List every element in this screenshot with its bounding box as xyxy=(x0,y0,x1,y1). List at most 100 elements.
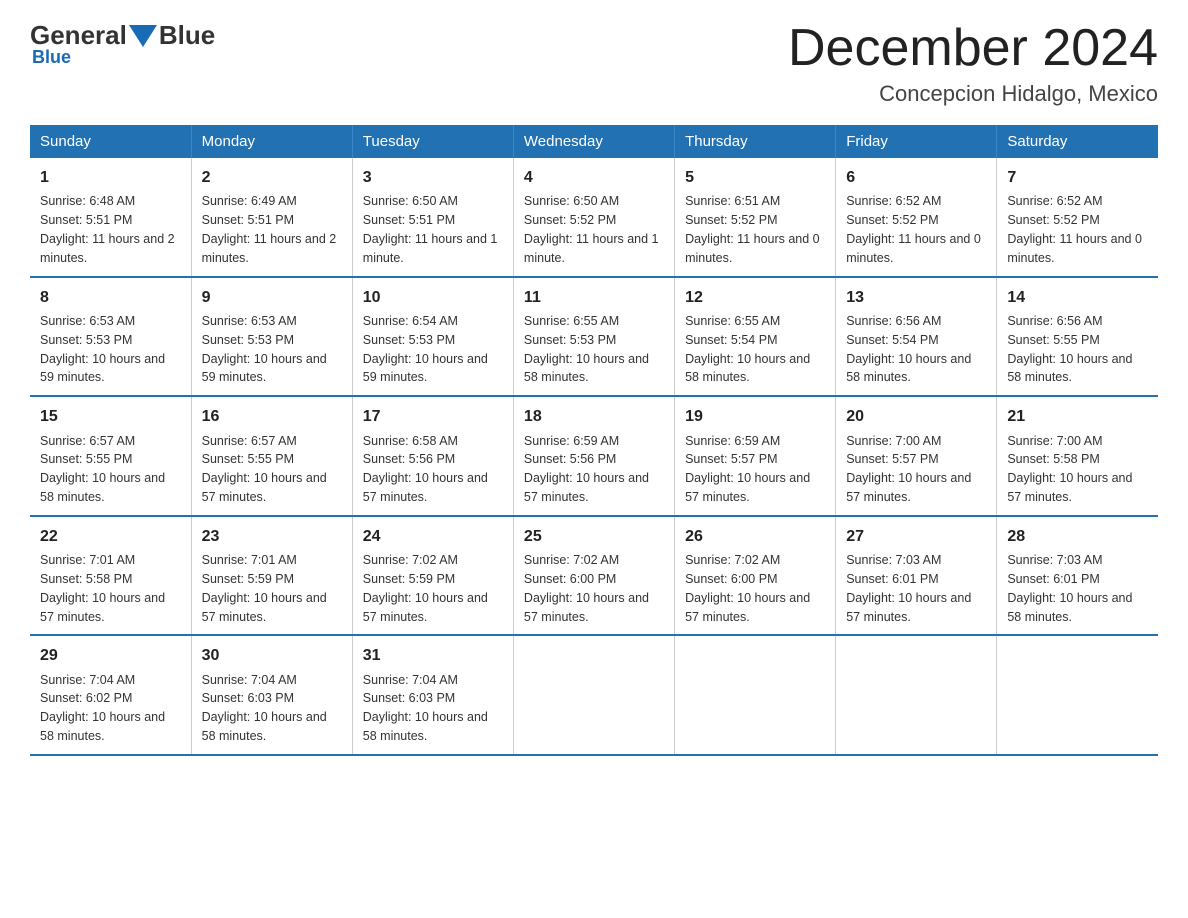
day-info: Sunrise: 6:55 AMSunset: 5:53 PMDaylight:… xyxy=(524,314,649,385)
day-number: 18 xyxy=(524,405,664,428)
day-cell: 22 Sunrise: 7:01 AMSunset: 5:58 PMDayligh… xyxy=(30,516,191,636)
day-info: Sunrise: 6:57 AMSunset: 5:55 PMDaylight:… xyxy=(202,434,327,505)
day-info: Sunrise: 7:02 AMSunset: 6:00 PMDaylight:… xyxy=(685,553,810,624)
day-number: 13 xyxy=(846,286,986,309)
week-row-5: 29Sunrise: 7:04 AMSunset: 6:02 PMDayligh… xyxy=(30,635,1158,755)
day-cell: 9 Sunrise: 6:53 AMSunset: 5:53 PMDaylight… xyxy=(191,277,352,397)
day-cell: 1 Sunrise: 6:48 AMSunset: 5:51 PMDaylight… xyxy=(30,158,191,277)
day-info: Sunrise: 7:01 AMSunset: 5:58 PMDaylight:… xyxy=(40,553,165,624)
day-cell: 14 Sunrise: 6:56 AMSunset: 5:55 PMDayligh… xyxy=(997,277,1158,397)
day-cell: 11 Sunrise: 6:55 AMSunset: 5:53 PMDayligh… xyxy=(513,277,674,397)
day-cell: 19Sunrise: 6:59 AMSunset: 5:57 PMDayligh… xyxy=(675,396,836,516)
day-cell: 13Sunrise: 6:56 AMSunset: 5:54 PMDayligh… xyxy=(836,277,997,397)
header-friday: Friday xyxy=(836,125,997,158)
day-cell: 29Sunrise: 7:04 AMSunset: 6:02 PMDayligh… xyxy=(30,635,191,755)
week-row-2: 8 Sunrise: 6:53 AMSunset: 5:53 PMDaylight… xyxy=(30,277,1158,397)
day-info: Sunrise: 7:02 AMSunset: 5:59 PMDaylight:… xyxy=(363,553,488,624)
day-info: Sunrise: 6:53 AMSunset: 5:53 PMDaylight:… xyxy=(202,314,327,385)
header-saturday: Saturday xyxy=(997,125,1158,158)
day-info: Sunrise: 7:04 AMSunset: 6:03 PMDaylight:… xyxy=(202,673,327,744)
day-cell: 18 Sunrise: 6:59 AMSunset: 5:56 PMDayligh… xyxy=(513,396,674,516)
title-area: December 2024 Concepcion Hidalgo, Mexico xyxy=(788,20,1158,107)
day-cell: 20 Sunrise: 7:00 AMSunset: 5:57 PMDayligh… xyxy=(836,396,997,516)
day-number: 19 xyxy=(685,405,825,428)
day-info: Sunrise: 7:02 AMSunset: 6:00 PMDaylight:… xyxy=(524,553,649,624)
week-row-4: 22 Sunrise: 7:01 AMSunset: 5:58 PMDayligh… xyxy=(30,516,1158,636)
day-info: Sunrise: 7:01 AMSunset: 5:59 PMDaylight:… xyxy=(202,553,327,624)
day-cell: 3 Sunrise: 6:50 AMSunset: 5:51 PMDaylight… xyxy=(352,158,513,277)
day-cell: 15Sunrise: 6:57 AMSunset: 5:55 PMDayligh… xyxy=(30,396,191,516)
day-cell xyxy=(836,635,997,755)
day-info: Sunrise: 7:04 AMSunset: 6:03 PMDaylight:… xyxy=(363,673,488,744)
day-cell: 28Sunrise: 7:03 AMSunset: 6:01 PMDayligh… xyxy=(997,516,1158,636)
day-cell: 7 Sunrise: 6:52 AMSunset: 5:52 PMDaylight… xyxy=(997,158,1158,277)
day-cell: 16 Sunrise: 6:57 AMSunset: 5:55 PMDayligh… xyxy=(191,396,352,516)
day-info: Sunrise: 6:53 AMSunset: 5:53 PMDaylight:… xyxy=(40,314,165,385)
day-info: Sunrise: 6:55 AMSunset: 5:54 PMDaylight:… xyxy=(685,314,810,385)
calendar-table: SundayMondayTuesdayWednesdayThursdayFrid… xyxy=(30,125,1158,756)
header-sunday: Sunday xyxy=(30,125,191,158)
day-cell: 12 Sunrise: 6:55 AMSunset: 5:54 PMDayligh… xyxy=(675,277,836,397)
day-info: Sunrise: 7:00 AMSunset: 5:57 PMDaylight:… xyxy=(846,434,971,505)
logo: General Blue Blue xyxy=(30,20,215,68)
day-number: 16 xyxy=(202,405,342,428)
header-thursday: Thursday xyxy=(675,125,836,158)
day-number: 7 xyxy=(1007,166,1148,189)
logo-underline: Blue xyxy=(32,47,71,68)
day-cell: 30 Sunrise: 7:04 AMSunset: 6:03 PMDayligh… xyxy=(191,635,352,755)
day-info: Sunrise: 6:58 AMSunset: 5:56 PMDaylight:… xyxy=(363,434,488,505)
day-info: Sunrise: 6:50 AMSunset: 5:52 PMDaylight:… xyxy=(524,194,659,265)
day-cell: 25 Sunrise: 7:02 AMSunset: 6:00 PMDayligh… xyxy=(513,516,674,636)
day-info: Sunrise: 6:48 AMSunset: 5:51 PMDaylight:… xyxy=(40,194,175,265)
day-number: 22 xyxy=(40,525,181,548)
calendar-title: December 2024 xyxy=(788,20,1158,77)
day-number: 8 xyxy=(40,286,181,309)
day-cell: 27 Sunrise: 7:03 AMSunset: 6:01 PMDayligh… xyxy=(836,516,997,636)
week-row-1: 1 Sunrise: 6:48 AMSunset: 5:51 PMDaylight… xyxy=(30,158,1158,277)
day-info: Sunrise: 6:59 AMSunset: 5:56 PMDaylight:… xyxy=(524,434,649,505)
day-number: 14 xyxy=(1007,286,1148,309)
logo-blue-text: Blue xyxy=(159,20,215,51)
day-number: 30 xyxy=(202,644,342,667)
day-number: 27 xyxy=(846,525,986,548)
day-info: Sunrise: 6:49 AMSunset: 5:51 PMDaylight:… xyxy=(202,194,337,265)
day-cell xyxy=(513,635,674,755)
day-number: 31 xyxy=(363,644,503,667)
header-wednesday: Wednesday xyxy=(513,125,674,158)
day-number: 17 xyxy=(363,405,503,428)
day-number: 24 xyxy=(363,525,503,548)
day-cell xyxy=(997,635,1158,755)
day-number: 1 xyxy=(40,166,181,189)
day-cell: 31 Sunrise: 7:04 AMSunset: 6:03 PMDayligh… xyxy=(352,635,513,755)
day-info: Sunrise: 7:04 AMSunset: 6:02 PMDaylight:… xyxy=(40,673,165,744)
day-number: 9 xyxy=(202,286,342,309)
day-info: Sunrise: 6:56 AMSunset: 5:55 PMDaylight:… xyxy=(1007,314,1132,385)
day-number: 26 xyxy=(685,525,825,548)
day-number: 21 xyxy=(1007,405,1148,428)
calendar-header-row: SundayMondayTuesdayWednesdayThursdayFrid… xyxy=(30,125,1158,158)
day-number: 20 xyxy=(846,405,986,428)
day-cell: 17 Sunrise: 6:58 AMSunset: 5:56 PMDayligh… xyxy=(352,396,513,516)
day-info: Sunrise: 7:03 AMSunset: 6:01 PMDaylight:… xyxy=(1007,553,1132,624)
day-info: Sunrise: 7:03 AMSunset: 6:01 PMDaylight:… xyxy=(846,553,971,624)
day-number: 2 xyxy=(202,166,342,189)
day-number: 12 xyxy=(685,286,825,309)
header-tuesday: Tuesday xyxy=(352,125,513,158)
day-info: Sunrise: 6:50 AMSunset: 5:51 PMDaylight:… xyxy=(363,194,498,265)
day-number: 23 xyxy=(202,525,342,548)
day-cell xyxy=(675,635,836,755)
day-info: Sunrise: 6:52 AMSunset: 5:52 PMDaylight:… xyxy=(1007,194,1142,265)
header-monday: Monday xyxy=(191,125,352,158)
day-info: Sunrise: 6:52 AMSunset: 5:52 PMDaylight:… xyxy=(846,194,981,265)
day-number: 15 xyxy=(40,405,181,428)
day-cell: 6Sunrise: 6:52 AMSunset: 5:52 PMDaylight… xyxy=(836,158,997,277)
day-number: 10 xyxy=(363,286,503,309)
day-number: 3 xyxy=(363,166,503,189)
day-number: 11 xyxy=(524,286,664,309)
day-cell: 21 Sunrise: 7:00 AMSunset: 5:58 PMDayligh… xyxy=(997,396,1158,516)
day-number: 4 xyxy=(524,166,664,189)
day-info: Sunrise: 7:00 AMSunset: 5:58 PMDaylight:… xyxy=(1007,434,1132,505)
day-cell: 26 Sunrise: 7:02 AMSunset: 6:00 PMDayligh… xyxy=(675,516,836,636)
day-number: 25 xyxy=(524,525,664,548)
day-info: Sunrise: 6:54 AMSunset: 5:53 PMDaylight:… xyxy=(363,314,488,385)
